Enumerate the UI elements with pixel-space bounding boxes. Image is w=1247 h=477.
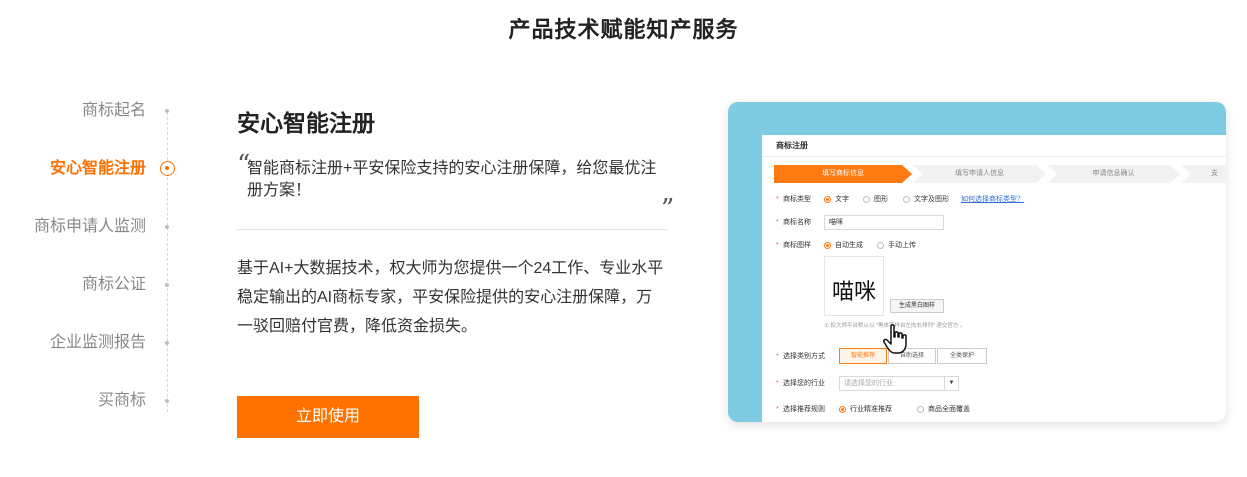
nav-item-label: 安心智能注册	[49, 160, 146, 177]
required-mark: *	[776, 406, 779, 413]
field-label: 选择类别方式	[783, 353, 825, 360]
nav-item-label: 企业监测报告	[49, 334, 146, 351]
pattern-preview-text: 喵咪	[831, 280, 876, 305]
radio-manual-upload[interactable]	[877, 242, 884, 249]
nav-item-trademark-notarization[interactable]: 商标公证	[0, 273, 178, 297]
industry-placeholder: 请选择您的行业	[844, 380, 893, 387]
nav-dot	[165, 225, 169, 229]
field-label: 商标名称	[783, 219, 811, 226]
progress-steps: 填写商标信息 填写申请人信息 申请信息确认 支	[774, 165, 1226, 183]
nav-dot	[165, 341, 169, 345]
field-category-method: * 选择类别方式 智能推荐 自助选择 全类保护	[762, 348, 1226, 364]
nav-item-buy-trademark[interactable]: 买商标	[0, 389, 178, 413]
seg-full-protection[interactable]: 全类保护	[937, 348, 987, 364]
required-mark: *	[776, 242, 779, 249]
field-recommend-rule: * 选择推荐规则 行业精准推荐 商品全面覆盖	[762, 403, 1226, 417]
radio-label: 手动上传	[888, 242, 916, 249]
field-trademark-type: * 商标类型 文字 图形 文字及图形 如何选择商标类型？	[762, 193, 1226, 207]
trademark-name-input[interactable]: 喵咪	[824, 215, 944, 230]
step-pay: 支	[1181, 165, 1226, 183]
nav-dot	[165, 109, 169, 113]
form-header: 商标注册	[762, 135, 1226, 157]
radio-industry-precise[interactable]	[839, 406, 846, 413]
trademark-pattern-preview: 喵咪	[824, 256, 884, 316]
nav-item-label: 商标申请人监测	[33, 218, 146, 235]
hand-cursor-icon	[883, 324, 907, 354]
radio-label: 自动生成	[835, 242, 863, 249]
radio-label: 图形	[874, 196, 888, 203]
radio-graphic[interactable]	[863, 196, 870, 203]
nav-item-smart-registration[interactable]: 安心智能注册	[0, 157, 178, 181]
radio-label: 商品全面覆盖	[928, 406, 970, 413]
nav-item-label: 买商标	[97, 392, 146, 409]
product-preview: 商标注册 填写商标信息 填写申请人信息 申请信息确认 支 * 商标类型 文字 图…	[728, 102, 1226, 422]
step-fill-applicant: 填写申请人信息	[913, 165, 1046, 183]
nav-dot	[165, 283, 169, 287]
nav-dot	[165, 399, 169, 403]
seg-smart-recommend[interactable]: 智能推荐	[839, 348, 887, 364]
quote-text: 智能商标注册+平安保险支持的安心注册保障，给您最优注册方案！	[247, 160, 657, 199]
step-fill-trademark: 填写商标信息	[774, 165, 912, 183]
field-label: 选择您的行业	[783, 380, 825, 387]
section-title: 安心智能注册	[237, 110, 375, 136]
required-mark: *	[776, 380, 779, 387]
radio-label: 文字	[835, 196, 849, 203]
field-trademark-pattern: * 商标图样 自动生成 手动上传	[762, 239, 1226, 253]
close-quote-icon: ”	[661, 194, 675, 224]
divider	[237, 229, 667, 230]
radio-text[interactable]	[824, 196, 831, 203]
field-industry: * 选择您的行业 请选择您的行业 ▼	[762, 376, 1226, 391]
radio-label: 行业精准推荐	[850, 406, 892, 413]
required-mark: *	[776, 353, 779, 360]
nav-item-enterprise-report[interactable]: 企业监测报告	[0, 331, 178, 355]
radio-full-coverage[interactable]	[917, 406, 924, 413]
page-title: 产品技术赋能知产服务	[508, 17, 739, 42]
field-label: 商标类型	[783, 196, 811, 203]
field-trademark-name: * 商标名称 喵咪	[762, 215, 1226, 230]
field-label: 选择推荐规则	[783, 406, 825, 413]
required-mark: *	[776, 196, 779, 203]
feature-description: 基于AI+大数据技术，权大师为您提供一个24工作、专业水平稳定输出的AI商标专家…	[237, 260, 664, 335]
nav-item-trademark-naming[interactable]: 商标起名	[0, 99, 178, 123]
nav-item-label: 商标公证	[81, 276, 146, 293]
required-mark: *	[776, 219, 779, 226]
field-label: 商标图样	[783, 242, 811, 249]
radio-label: 文字及图形	[914, 196, 949, 203]
radio-text-graphic[interactable]	[903, 196, 910, 203]
generate-bw-pattern-button[interactable]: 生成黑白图样	[890, 299, 944, 313]
industry-select[interactable]: 请选择您的行业 ▼	[839, 376, 959, 391]
chevron-down-icon: ▼	[944, 377, 958, 390]
open-quote-icon: “	[237, 150, 251, 180]
nav-active-dot-icon	[160, 161, 175, 176]
step-confirm: 申请信息确认	[1047, 165, 1180, 183]
form-title: 商标注册	[776, 141, 808, 150]
use-now-button[interactable]: 立即使用	[237, 396, 419, 438]
type-help-link[interactable]: 如何选择商标类型？	[961, 193, 1024, 207]
nav-item-applicant-monitoring[interactable]: 商标申请人监测	[0, 215, 178, 239]
radio-auto-generate[interactable]	[824, 242, 831, 249]
registration-form: 商标注册 填写商标信息 填写申请人信息 申请信息确认 支 * 商标类型 文字 图…	[762, 135, 1226, 422]
feature-quote: “ 智能商标注册+平安保险支持的安心注册保障，给您最优注册方案！ ”	[237, 152, 674, 222]
nav-item-label: 商标起名	[81, 102, 146, 119]
